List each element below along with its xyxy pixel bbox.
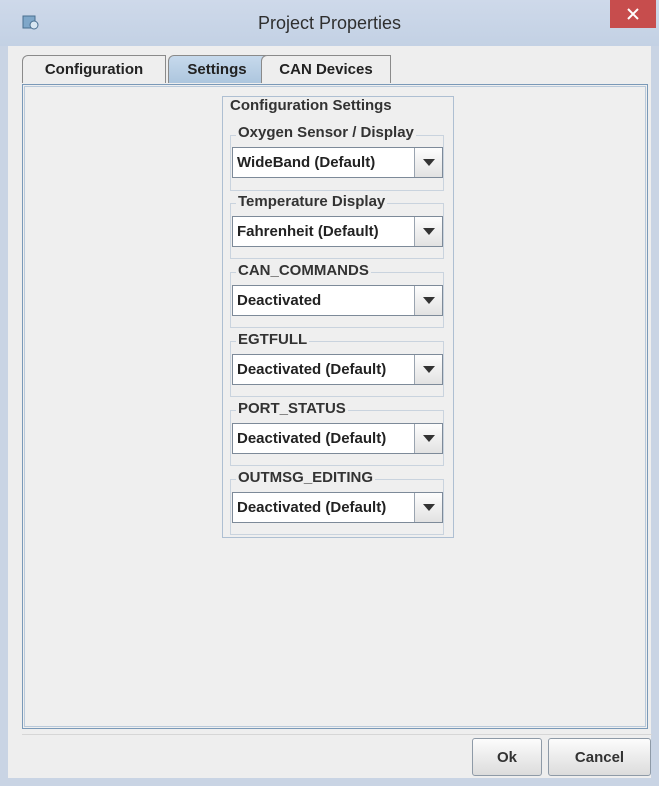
outmsg-editing-label: OUTMSG_EDITING <box>236 469 376 486</box>
egtfull-label: EGTFULL <box>236 331 310 348</box>
port-status-select[interactable]: Deactivated (Default) <box>232 423 443 454</box>
chevron-down-icon <box>422 504 435 511</box>
oxygen-sensor-label: Oxygen Sensor / Display <box>236 124 416 141</box>
tab-settings[interactable]: Settings <box>168 55 266 83</box>
egtfull-select[interactable]: Deactivated (Default) <box>232 354 443 385</box>
dropdown-button[interactable] <box>414 424 442 453</box>
tab-label: Settings <box>187 61 247 78</box>
dropdown-button[interactable] <box>414 148 442 177</box>
outmsg-editing-select[interactable]: Deactivated (Default) <box>232 492 443 523</box>
configuration-settings-title: Configuration Settings <box>228 97 394 114</box>
oxygen-sensor-select[interactable]: WideBand (Default) <box>232 147 443 178</box>
chevron-down-icon <box>422 435 435 442</box>
chevron-down-icon <box>422 159 435 166</box>
ok-button[interactable]: Ok <box>472 738 542 776</box>
temperature-display-label: Temperature Display <box>236 193 388 210</box>
port-status-label: PORT_STATUS <box>236 400 348 417</box>
close-icon <box>627 8 639 20</box>
chevron-down-icon <box>422 297 435 304</box>
select-value: Deactivated (Default) <box>237 361 387 378</box>
tab-label: Configuration <box>44 61 144 78</box>
tab-bar: Configuration Settings CAN Devices <box>14 55 414 84</box>
select-value: Deactivated (Default) <box>237 430 387 447</box>
dropdown-button[interactable] <box>414 217 442 246</box>
dropdown-button[interactable] <box>414 493 442 522</box>
select-value: Deactivated (Default) <box>237 499 387 516</box>
dropdown-button[interactable] <box>414 286 442 315</box>
chevron-down-icon <box>422 366 435 373</box>
dropdown-button[interactable] <box>414 355 442 384</box>
cancel-button[interactable]: Cancel <box>548 738 651 776</box>
temperature-display-select[interactable]: Fahrenheit (Default) <box>232 216 443 247</box>
select-value: WideBand (Default) <box>237 154 376 171</box>
close-button[interactable] <box>610 0 656 28</box>
chevron-down-icon <box>422 228 435 235</box>
tab-label: CAN Devices <box>279 61 373 78</box>
title-bar[interactable]: Project Properties <box>0 0 659 46</box>
select-value: Deactivated <box>237 292 322 309</box>
can-commands-select[interactable]: Deactivated <box>232 285 443 316</box>
window-title: Project Properties <box>257 13 402 33</box>
select-value: Fahrenheit (Default) <box>237 223 379 240</box>
can-commands-label: CAN_COMMANDS <box>236 262 371 279</box>
tab-can-devices[interactable]: CAN Devices <box>261 55 391 83</box>
project-properties-window: Project Properties Configuration Setting… <box>0 0 659 786</box>
tab-configuration[interactable]: Configuration <box>22 55 166 83</box>
